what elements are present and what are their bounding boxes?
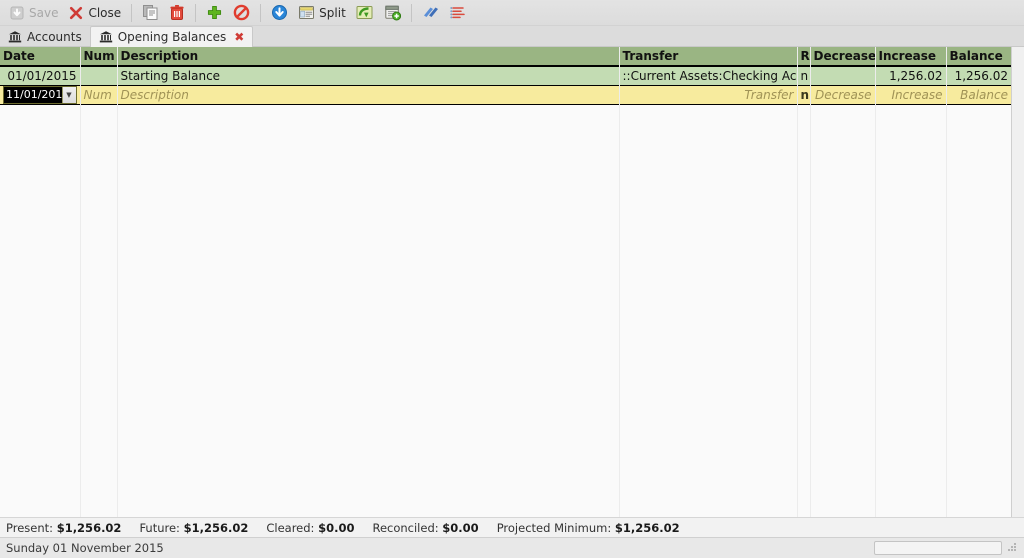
save-button[interactable]: Save [4, 2, 63, 24]
cancel-transaction-button[interactable] [228, 2, 255, 24]
summary-future-label: Future: [139, 520, 180, 535]
column-header-decrease[interactable]: Decrease [810, 47, 876, 67]
transfer-input[interactable]: Transfer [619, 85, 798, 105]
num-input[interactable]: Num [80, 85, 118, 105]
register-header-row: Date Num Description Transfer R Decrease… [0, 47, 1011, 67]
delete-transaction-button[interactable] [164, 2, 190, 24]
status-bar: Sunday 01 November 2015 [0, 537, 1024, 558]
summary-projected-minimum-value: $1,256.02 [614, 520, 680, 535]
cell-date-editor[interactable]: 11/01/2015 ▼ [0, 85, 81, 105]
bank-account-icon [8, 30, 22, 44]
tab-opening-balances[interactable]: Opening Balances ✖ [89, 26, 254, 47]
plus-enter-icon [206, 4, 223, 21]
duplicate-transaction-button[interactable] [137, 2, 164, 24]
summary-projected-minimum-label: Projected Minimum: [496, 520, 612, 535]
date-input[interactable]: 11/01/2015 [4, 87, 62, 103]
summary-projected-minimum: Projected Minimum: $1,256.02 [497, 521, 680, 535]
save-download-icon [9, 5, 25, 21]
summary-cleared-value: $0.00 [318, 520, 355, 535]
account-summary-bar: Present: $1,256.02 Future: $1,256.02 Cle… [0, 517, 1024, 537]
enter-transaction-button[interactable] [201, 2, 228, 24]
date-input-wrapper[interactable]: 11/01/2015 ▼ [3, 86, 77, 104]
register-area: Date Num Description Transfer R Decrease… [0, 47, 1024, 517]
cell-increase[interactable]: 1,256.02 [875, 66, 947, 86]
save-button-label: Save [29, 5, 59, 20]
main-toolbar: Save Close Split [0, 0, 1024, 26]
tab-opening-balances-label: Opening Balances [117, 30, 227, 44]
vertical-scrollbar[interactable] [1011, 47, 1024, 517]
status-bar-text: Sunday 01 November 2015 [6, 541, 164, 555]
close-button-label: Close [88, 5, 122, 20]
schedule-transaction-button[interactable] [379, 2, 406, 24]
close-button[interactable]: Close [63, 2, 126, 24]
cancel-prohibited-icon [233, 4, 250, 21]
column-header-increase[interactable]: Increase [875, 47, 947, 67]
split-view-button-label: Split [319, 5, 346, 20]
toolbar-separator-4 [410, 3, 412, 22]
summary-future: Future: $1,256.02 [139, 521, 248, 535]
trash-delete-icon [169, 4, 185, 21]
decrease-input[interactable]: Decrease [810, 85, 876, 105]
blue-down-arrow-icon [271, 4, 288, 21]
jump-green-arrow-icon [356, 4, 374, 21]
schedule-calendar-icon [384, 4, 401, 21]
description-input[interactable]: Description [117, 85, 620, 105]
list-report-icon [450, 4, 467, 21]
column-header-description[interactable]: Description [117, 47, 620, 67]
register-table-container[interactable]: Date Num Description Transfer R Decrease… [0, 47, 1011, 517]
cell-transfer[interactable]: ::Current Assets:Checking Account [619, 66, 798, 86]
progress-bar [874, 541, 1002, 555]
jump-button[interactable] [351, 2, 379, 24]
summary-present-label: Present: [6, 520, 54, 535]
transaction-register: Date Num Description Transfer R Decrease… [0, 47, 1011, 105]
cell-balance[interactable]: 1,256.02 [946, 66, 1011, 86]
split-view-button[interactable]: Split [293, 2, 351, 24]
gnucash-register-window: Save Close Split Accounts Opening Balanc… [0, 0, 1024, 558]
tab-accounts-label: Accounts [27, 29, 82, 44]
column-header-balance[interactable]: Balance [946, 47, 1011, 67]
cell-description[interactable]: Starting Balance [117, 66, 620, 86]
cell-reconcile[interactable]: n [797, 66, 811, 86]
blank-transaction-button[interactable] [266, 2, 293, 24]
balance-input[interactable]: Balance [946, 85, 1011, 105]
column-guides [0, 47, 1011, 517]
summary-present: Present: $1,256.02 [6, 521, 121, 535]
summary-future-value: $1,256.02 [183, 520, 249, 535]
duplicate-transaction-icon [142, 4, 159, 21]
summary-cleared-label: Cleared: [266, 520, 315, 535]
summary-cleared: Cleared: $0.00 [266, 521, 354, 535]
resize-grip[interactable] [1006, 541, 1018, 555]
column-header-date[interactable]: Date [0, 47, 81, 67]
toolbar-separator-3 [260, 3, 262, 22]
tab-accounts[interactable]: Accounts [0, 26, 90, 47]
blank-edit-row[interactable]: 11/01/2015 ▼ Num Description Transfer n … [0, 85, 1011, 105]
column-header-transfer[interactable]: Transfer [619, 47, 798, 67]
increase-input[interactable]: Increase [875, 85, 947, 105]
report-list-button[interactable] [445, 2, 472, 24]
reconcile-input[interactable]: n [797, 85, 811, 105]
toolbar-separator-2 [195, 3, 197, 22]
transfer-button[interactable] [417, 2, 445, 24]
column-header-r[interactable]: R [797, 47, 811, 67]
cell-date[interactable]: 01/01/2015 [0, 66, 81, 86]
table-row[interactable]: 01/01/2015 Starting Balance ::Current As… [0, 66, 1011, 86]
date-dropdown-button[interactable]: ▼ [61, 87, 76, 103]
split-view-icon [298, 4, 315, 21]
tab-bar: Accounts Opening Balances ✖ [0, 26, 1024, 47]
blue-double-arrow-icon [422, 4, 440, 21]
close-x-icon [68, 5, 84, 21]
tab-close-icon[interactable]: ✖ [234, 30, 244, 44]
summary-reconciled-label: Reconciled: [372, 520, 439, 535]
cell-num[interactable] [80, 66, 118, 86]
bank-account-icon [99, 30, 113, 44]
summary-present-value: $1,256.02 [56, 520, 122, 535]
cell-decrease[interactable] [810, 66, 876, 86]
column-header-num[interactable]: Num [80, 47, 118, 67]
toolbar-separator-1 [131, 3, 133, 22]
summary-reconciled-value: $0.00 [442, 520, 479, 535]
summary-reconciled: Reconciled: $0.00 [372, 521, 478, 535]
